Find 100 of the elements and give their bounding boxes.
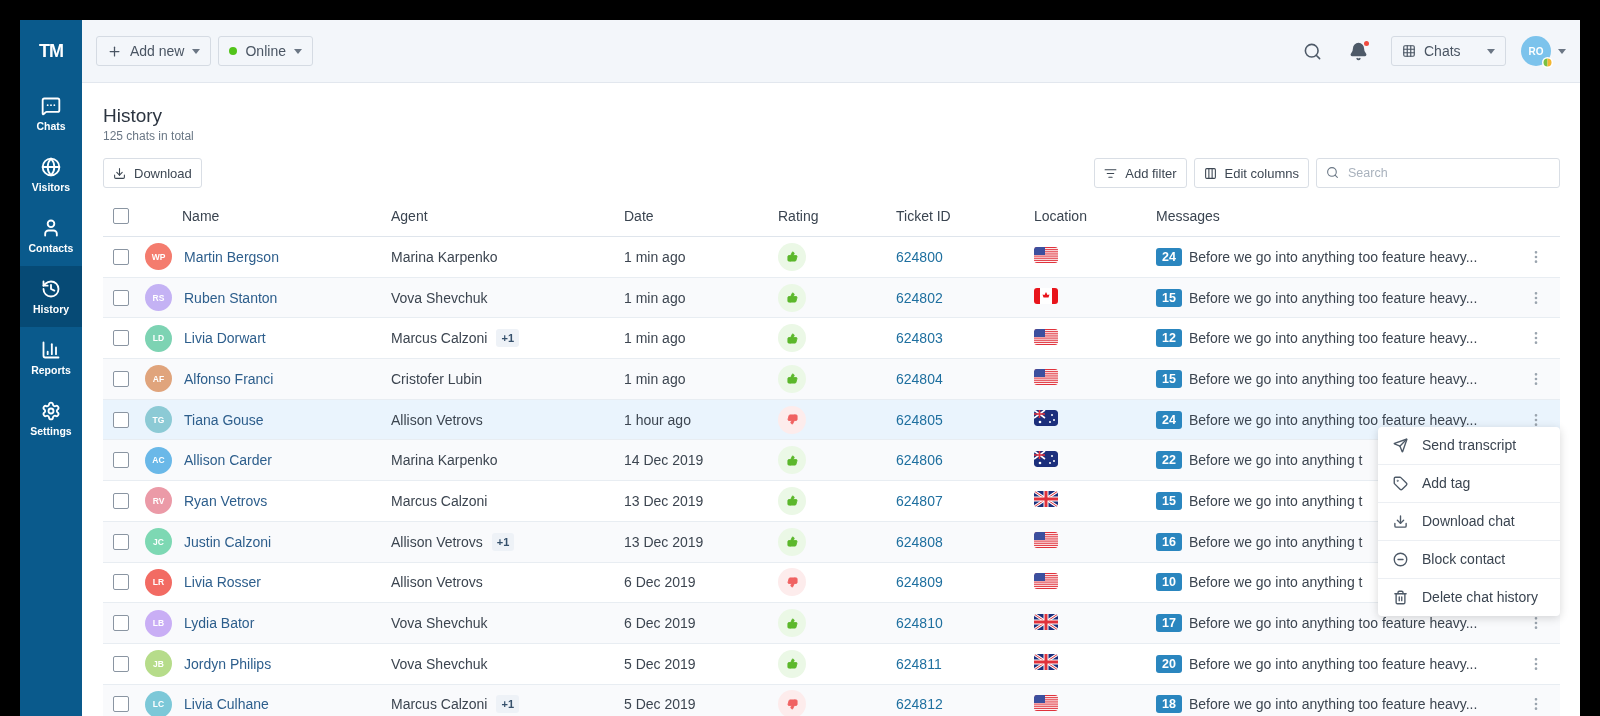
message-count: 18 bbox=[1156, 695, 1182, 714]
agent-name: Marcus Calzoni bbox=[391, 330, 488, 347]
presence-icon bbox=[1542, 57, 1553, 68]
menu-item[interactable]: Send transcript bbox=[1378, 426, 1560, 465]
message-count: 20 bbox=[1156, 654, 1182, 673]
avatar: LB bbox=[145, 609, 172, 637]
search-field[interactable]: Search bbox=[1316, 158, 1560, 188]
sidebar-item[interactable]: History bbox=[20, 266, 82, 327]
avatar: LD bbox=[145, 324, 172, 352]
agent-name: Marina Karpenko bbox=[391, 452, 498, 469]
ticket-id-link[interactable]: 624803 bbox=[896, 330, 943, 347]
sidebar-item[interactable]: Reports bbox=[20, 327, 82, 388]
sidebar-item[interactable]: Visitors bbox=[20, 144, 82, 205]
row-checkbox[interactable] bbox=[113, 330, 129, 347]
ticket-id-link[interactable]: 624811 bbox=[896, 655, 942, 672]
message-preview: Before we go into anything too feature heavy... bbox=[1188, 330, 1478, 347]
column-header[interactable]: Rating bbox=[778, 208, 819, 224]
row-checkbox[interactable] bbox=[113, 411, 129, 428]
add-new-button[interactable]: Add new bbox=[96, 36, 212, 66]
flag-icon bbox=[1034, 247, 1058, 264]
sidebar-item[interactable]: Chats bbox=[20, 83, 82, 144]
flag-icon bbox=[1034, 532, 1058, 549]
contact-name-link[interactable]: Livia Dorwart bbox=[184, 330, 266, 347]
column-header[interactable]: Ticket ID bbox=[896, 208, 951, 224]
filter-icon bbox=[1104, 166, 1118, 180]
view-dropdown[interactable]: Chats bbox=[1391, 36, 1506, 66]
column-header[interactable]: Name bbox=[182, 208, 220, 224]
column-header[interactable]: Location bbox=[1034, 208, 1087, 224]
menu-item[interactable]: Download chat bbox=[1378, 502, 1560, 541]
row-checkbox[interactable] bbox=[113, 452, 129, 469]
menu-item[interactable]: Add tag bbox=[1378, 464, 1560, 503]
column-header[interactable]: Agent bbox=[391, 208, 428, 224]
row-checkbox[interactable] bbox=[113, 696, 129, 713]
agent-name: Vova Shevchuk bbox=[391, 615, 488, 632]
sidebar-item[interactable]: Settings bbox=[20, 388, 82, 449]
add-filter-button[interactable]: Add filter bbox=[1094, 158, 1187, 188]
avatar: TG bbox=[145, 406, 172, 434]
column-header[interactable]: Messages bbox=[1156, 208, 1220, 224]
contact-name-link[interactable]: Ryan Vetrovs bbox=[184, 492, 268, 509]
row-checkbox[interactable] bbox=[113, 492, 129, 509]
contact-name-link[interactable]: Allison Carder bbox=[184, 452, 272, 469]
message-preview: Before we go into anything t bbox=[1188, 574, 1363, 591]
grid-icon bbox=[1402, 44, 1416, 58]
flag-icon bbox=[1034, 410, 1058, 427]
contact-name-link[interactable]: Livia Culhane bbox=[184, 696, 269, 713]
flag-icon bbox=[1034, 288, 1058, 305]
page-title: History bbox=[103, 105, 164, 127]
chat-date: 6 Dec 2019 bbox=[624, 574, 696, 591]
chat-date: 1 min ago bbox=[624, 248, 686, 265]
block-icon bbox=[1393, 551, 1408, 567]
chat-date: 1 min ago bbox=[624, 370, 686, 387]
ticket-id-link[interactable]: 624812 bbox=[896, 696, 943, 713]
select-all-checkbox[interactable] bbox=[113, 208, 129, 224]
row-checkbox[interactable] bbox=[113, 370, 129, 387]
contact-name-link[interactable]: Martin Bergson bbox=[184, 248, 279, 265]
contact-name-link[interactable]: Lydia Bator bbox=[184, 615, 255, 632]
agent-name: Marcus Calzoni bbox=[391, 492, 488, 509]
ticket-id-link[interactable]: 624808 bbox=[896, 533, 943, 550]
menu-item[interactable]: Block contact bbox=[1378, 540, 1560, 579]
extra-agents-count: +1 bbox=[496, 695, 520, 714]
row-checkbox[interactable] bbox=[113, 533, 129, 550]
ticket-id-link[interactable]: 624810 bbox=[896, 615, 943, 632]
download-button[interactable]: Download bbox=[103, 158, 202, 188]
message-count: 16 bbox=[1156, 532, 1182, 551]
menu-item[interactable]: Delete chat history bbox=[1378, 578, 1560, 616]
app-logo[interactable]: TM bbox=[20, 20, 82, 83]
row-checkbox[interactable] bbox=[113, 655, 129, 672]
status-dropdown[interactable]: Online bbox=[218, 36, 313, 66]
edit-columns-button[interactable]: Edit columns bbox=[1193, 158, 1309, 188]
row-checkbox[interactable] bbox=[113, 289, 129, 306]
agent-name: Marina Karpenko bbox=[391, 248, 498, 265]
globe-icon bbox=[41, 156, 61, 177]
sidebar-item[interactable]: Contacts bbox=[20, 205, 82, 266]
contact-name-link[interactable]: Jordyn Philips bbox=[184, 655, 272, 672]
ticket-id-link[interactable]: 624809 bbox=[896, 574, 943, 591]
row-checkbox[interactable] bbox=[113, 248, 129, 265]
ticket-id-link[interactable]: 624807 bbox=[896, 492, 943, 509]
ticket-id-link[interactable]: 624804 bbox=[896, 370, 943, 387]
contact-name-link[interactable]: Ruben Stanton bbox=[184, 289, 278, 306]
agent-name: Vova Shevchuk bbox=[391, 655, 488, 672]
agent-name: Allison Vetrovs bbox=[391, 411, 483, 428]
contact-name-link[interactable]: Justin Calzoni bbox=[184, 533, 272, 550]
ticket-id-link[interactable]: 624802 bbox=[896, 289, 943, 306]
flag-icon bbox=[1034, 654, 1058, 671]
contact-name-link[interactable]: Livia Rosser bbox=[184, 574, 262, 591]
message-count: 24 bbox=[1156, 410, 1182, 429]
download-icon bbox=[1393, 513, 1408, 529]
contact-name-link[interactable]: Alfonso Franci bbox=[184, 370, 274, 387]
ticket-id-link[interactable]: 624800 bbox=[896, 248, 943, 265]
chat-date: 1 hour ago bbox=[624, 411, 691, 428]
row-checkbox[interactable] bbox=[113, 615, 129, 632]
ticket-id-link[interactable]: 624805 bbox=[896, 411, 943, 428]
ticket-id-link[interactable]: 624806 bbox=[896, 452, 943, 469]
message-count: 17 bbox=[1156, 614, 1182, 633]
row-checkbox[interactable] bbox=[113, 574, 129, 591]
column-header[interactable]: Date bbox=[624, 208, 654, 224]
chat-date: 13 Dec 2019 bbox=[624, 492, 704, 509]
contact-name-link[interactable]: Tiana Gouse bbox=[184, 411, 264, 428]
extra-agents-count: +1 bbox=[491, 532, 515, 551]
flag-icon bbox=[1034, 572, 1058, 589]
